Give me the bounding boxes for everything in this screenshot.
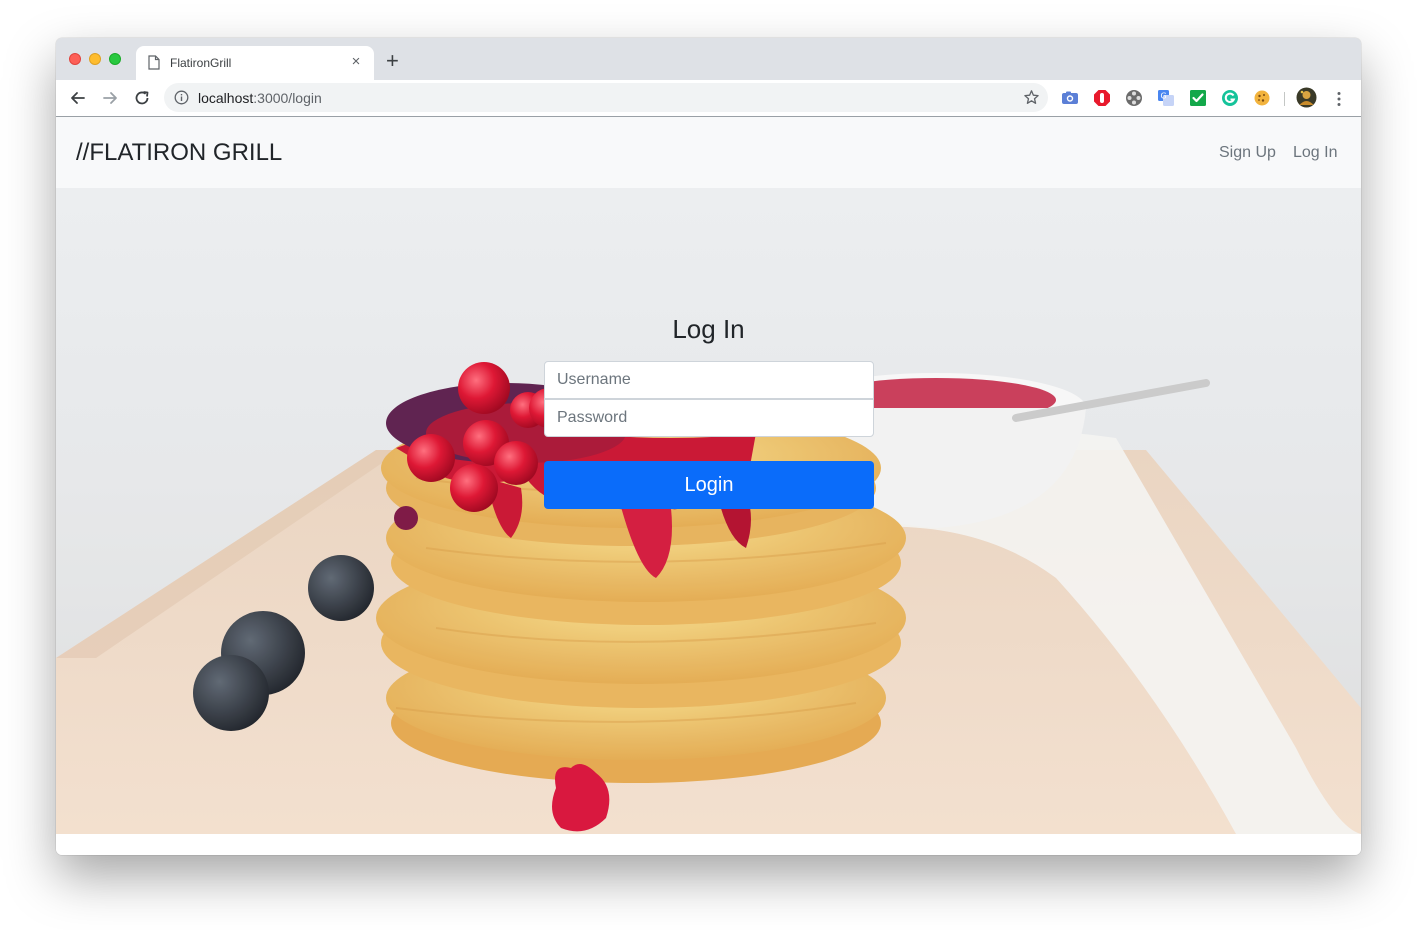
login-title: Log In xyxy=(672,314,745,344)
adblock-extension-icon[interactable] xyxy=(1093,89,1111,107)
url-text[interactable]: localhost:3000/login xyxy=(198,90,322,106)
maximize-window-button[interactable] xyxy=(109,53,121,65)
browser-tab[interactable]: FlatironGrill × xyxy=(136,46,374,80)
bookmark-star-icon[interactable] xyxy=(1023,89,1040,106)
grammarly-extension-icon[interactable] xyxy=(1221,89,1239,107)
translate-extension-icon[interactable]: G xyxy=(1157,89,1175,107)
minimize-window-button[interactable] xyxy=(89,53,101,65)
tab-close-icon[interactable]: × xyxy=(348,54,364,70)
back-arrow-icon[interactable] xyxy=(68,88,88,108)
hero-background-image: Log In Login xyxy=(56,188,1361,834)
username-input[interactable] xyxy=(544,361,874,399)
nav-link-log-in[interactable]: Log In xyxy=(1293,144,1337,162)
info-icon[interactable] xyxy=(174,90,189,105)
reload-icon[interactable] xyxy=(132,88,152,108)
profile-avatar[interactable] xyxy=(1296,87,1317,108)
cookie-extension-icon[interactable] xyxy=(1253,89,1271,107)
close-window-button[interactable] xyxy=(69,53,81,65)
tab-title: FlatironGrill xyxy=(170,56,232,70)
page-icon xyxy=(148,55,160,70)
toolbar-separator xyxy=(1284,92,1285,106)
more-menu-icon[interactable] xyxy=(1330,90,1348,108)
waffle-photo xyxy=(56,188,1361,834)
film-extension-icon[interactable] xyxy=(1125,89,1143,107)
checkmark-extension-icon[interactable] xyxy=(1189,89,1207,107)
password-input[interactable] xyxy=(544,399,874,437)
new-tab-button[interactable]: + xyxy=(386,50,399,72)
browser-toolbar: localhost:3000/login G xyxy=(56,80,1361,117)
camera-extension-icon[interactable] xyxy=(1061,89,1079,107)
url-path: :3000/login xyxy=(253,90,322,106)
browser-window: FlatironGrill × + localhost:3000/login G… xyxy=(56,38,1361,855)
forward-arrow-icon[interactable] xyxy=(100,88,120,108)
svg-text:G: G xyxy=(1161,92,1167,101)
web-page: //FLATIRON GRILL Sign Up Log In Log In U… xyxy=(56,117,1361,855)
tab-strip: FlatironGrill × + xyxy=(56,38,1361,80)
url-host: localhost xyxy=(198,90,254,106)
address-bar[interactable]: localhost:3000/login xyxy=(164,83,1048,112)
site-brand-link[interactable]: //FLATIRON GRILL xyxy=(76,139,282,167)
nav-link-sign-up[interactable]: Sign Up xyxy=(1219,144,1276,162)
login-button[interactable]: Login xyxy=(544,461,874,509)
site-navbar: //FLATIRON GRILL Sign Up Log In xyxy=(56,117,1361,188)
